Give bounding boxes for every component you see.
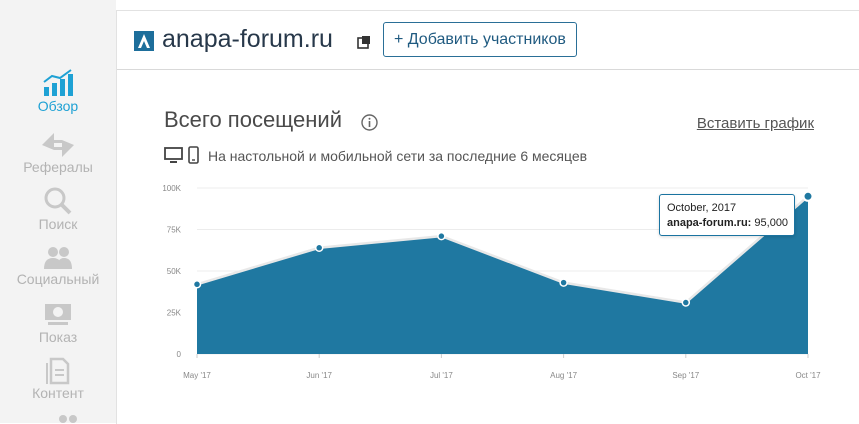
data-point xyxy=(802,190,814,202)
data-point xyxy=(437,231,446,241)
sidebar-item-display[interactable]: Показ xyxy=(0,301,116,345)
sidebar-item-overview[interactable]: Обзор xyxy=(0,68,116,114)
y-tick-label: 75K xyxy=(167,226,182,235)
x-tick-label: Jul '17 xyxy=(430,371,453,380)
sidebar-item-label: Социальный xyxy=(16,271,100,287)
sidebar-item-label: Обзор xyxy=(37,98,79,114)
sidebar-item-label: Рефералы xyxy=(23,159,93,175)
data-point xyxy=(192,280,202,289)
x-tick-label: May '17 xyxy=(183,371,211,380)
y-tick-label: 25K xyxy=(167,309,182,318)
sidebar-item-search[interactable]: Поиск xyxy=(0,186,116,232)
more-icon xyxy=(59,415,77,423)
x-tick-label: Jun '17 xyxy=(306,371,332,380)
arrows-icon xyxy=(42,133,74,157)
tooltip-series: anapa-forum.ru: xyxy=(667,217,752,229)
x-tick-label: Oct '17 xyxy=(795,371,821,380)
money-icon xyxy=(45,304,71,325)
tooltip-value: 95,000 xyxy=(754,217,789,229)
tooltip-date: October, 2017 xyxy=(667,202,737,214)
document-icon xyxy=(46,357,70,385)
sidebar: Обзор Рефералы Поиск Социальный Показ Ко… xyxy=(0,0,116,423)
sidebar-item-referrals[interactable]: Рефералы xyxy=(0,131,116,175)
sidebar-item-label: Показ xyxy=(38,329,78,345)
y-tick-label: 100K xyxy=(162,184,181,193)
sidebar-item-label: Поиск xyxy=(38,216,78,232)
magnifier-icon xyxy=(44,187,72,215)
y-tick-label: 0 xyxy=(177,350,182,359)
x-tick-label: Aug '17 xyxy=(550,371,577,380)
x-tick-label: Sep '17 xyxy=(672,371,699,380)
data-point xyxy=(559,278,568,287)
chart-bars-icon xyxy=(43,69,73,96)
sidebar-item-social[interactable]: Социальный xyxy=(0,245,116,287)
chart-tooltip: October, 2017 anapa-forum.ru: 95,000 xyxy=(659,194,795,236)
data-point xyxy=(314,243,324,253)
data-point xyxy=(681,298,691,307)
y-tick-label: 50K xyxy=(167,267,182,276)
people-icon xyxy=(44,247,72,269)
main-panel: anapa-forum.ru + Добавить участников Все… xyxy=(116,10,859,424)
sidebar-item-label: Контент xyxy=(32,385,84,401)
sidebar-item-content[interactable]: Контент xyxy=(0,357,116,401)
